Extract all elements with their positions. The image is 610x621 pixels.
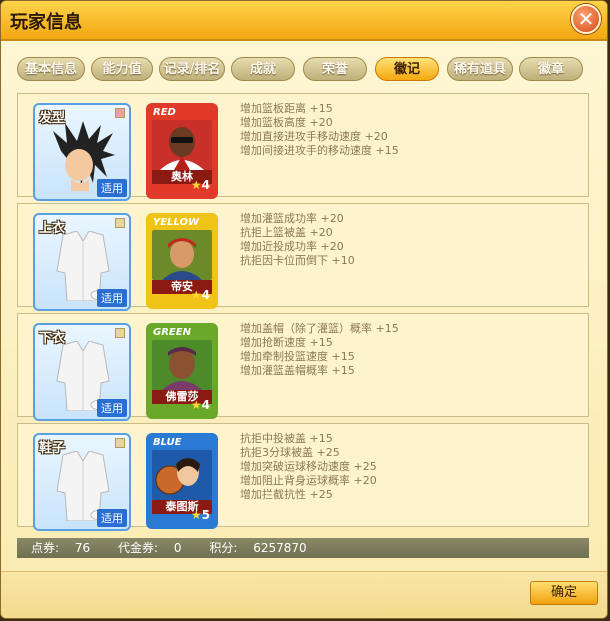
stat-line: 增加灌篮成功率 +20 (240, 212, 344, 225)
hair-slot[interactable]: 发型 适用 (33, 103, 131, 201)
currency-status-bar: 点券: 76 代金券: 0 积分: 6257870 (17, 538, 589, 558)
stat-line: 抗拒因卡位而倒下 +10 (240, 254, 355, 267)
stat-line: 增加近投成功率 +20 (240, 240, 344, 253)
stat-line: 增加盖帽（除了灌篮）概率 +15 (240, 322, 399, 335)
card-color-tag: RED (153, 107, 176, 118)
tab-badges[interactable]: 徽章 (519, 57, 583, 81)
tab-honor[interactable]: 荣誉 (303, 57, 367, 81)
emblem-card-green[interactable]: GREEN 佛雷莎 ★4 (146, 323, 218, 419)
stat-line: 增加牵制投篮速度 +15 (240, 350, 355, 363)
dialog-footer (1, 571, 607, 618)
apply-badge: 适用 (97, 179, 127, 197)
tab-ability[interactable]: 能力值 (91, 57, 153, 81)
stat-line: 抗拒3分球被盖 +25 (240, 446, 340, 459)
tab-bar: 基本信息 能力值 记录/排名 成就 荣誉 徽记 稀有道具 徽章 (17, 57, 591, 83)
emblem-card-yellow[interactable]: YELLOW 帝安 ★4 (146, 213, 218, 309)
stat-line: 增加篮板高度 +20 (240, 116, 333, 129)
player-portrait (152, 120, 212, 170)
tab-rare-items[interactable]: 稀有道具 (447, 57, 513, 81)
star-icon: ★ (190, 398, 202, 412)
apply-badge: 适用 (97, 509, 127, 527)
stat-line: 增加直接进攻手移动速度 +20 (240, 130, 388, 143)
slot-flag (115, 108, 125, 118)
stat-line: 增加阻止背身运球概率 +20 (240, 474, 377, 487)
star-icon: ★ (190, 508, 202, 522)
equip-row-hair: 发型 适用 RED 奥林 ★4 增加篮板距离 +15 增加篮板高度 +20 增加… (17, 93, 589, 201)
stat-line: 抗拒中投被盖 +15 (240, 432, 333, 445)
card-color-tag: BLUE (153, 437, 182, 448)
apply-badge: 适用 (97, 289, 127, 307)
slot-label: 上衣 (39, 221, 66, 236)
slot-flag (115, 218, 125, 228)
card-stars: ★4 (190, 398, 210, 412)
title-bar: 玩家信息 ✕ (1, 1, 607, 41)
slot-label: 下衣 (39, 331, 66, 346)
stat-line: 增加灌篮盖帽概率 +15 (240, 364, 355, 377)
voucher-readout: 代金券: 0 (117, 541, 182, 555)
apply-badge: 适用 (97, 399, 127, 417)
tab-emblem[interactable]: 徽记 (375, 57, 439, 81)
tab-achievements[interactable]: 成就 (231, 57, 295, 81)
player-portrait (152, 230, 212, 280)
stat-line: 增加间接进攻手的移动速度 +15 (240, 144, 399, 157)
slot-label: 鞋子 (39, 441, 66, 456)
star-icon: ★ (190, 288, 202, 302)
card-color-tag: YELLOW (153, 217, 199, 228)
stat-line: 增加抢断速度 +15 (240, 336, 333, 349)
close-button[interactable]: ✕ (571, 4, 601, 34)
stat-list: 增加盖帽（除了灌篮）概率 +15 增加抢断速度 +15 增加牵制投篮速度 +15… (240, 322, 399, 378)
card-stars: ★5 (190, 508, 210, 522)
tab-records[interactable]: 记录/排名 (159, 57, 225, 81)
window-title: 玩家信息 (10, 12, 82, 33)
stat-line: 增加拦截抗性 +25 (240, 488, 333, 501)
close-icon: ✕ (577, 7, 595, 31)
stat-list: 抗拒中投被盖 +15 抗拒3分球被盖 +25 增加突破运球移动速度 +25 增加… (240, 432, 377, 502)
card-stars: ★4 (190, 288, 210, 302)
equip-row-bottom: 下衣 适用 GREEN 佛雷莎 ★4 增加盖帽（除了灌篮）概率 +15 增加抢断… (17, 313, 589, 421)
emblem-card-blue[interactable]: BLUE 泰图斯 ★5 (146, 433, 218, 529)
shoes-slot[interactable]: 鞋子 适用 (33, 433, 131, 531)
player-portrait (152, 450, 212, 500)
emblem-card-red[interactable]: RED 奥林 ★4 (146, 103, 218, 199)
stat-list: 增加灌篮成功率 +20 抗拒上篮被盖 +20 增加近投成功率 +20 抗拒因卡位… (240, 212, 355, 268)
bottom-slot[interactable]: 下衣 适用 (33, 323, 131, 421)
equip-row-top: 上衣 适用 YELLOW 帝安 ★4 增加灌篮成功率 +20 抗拒上篮被盖 +2… (17, 203, 589, 311)
confirm-button[interactable]: 确定 (530, 581, 598, 605)
slot-flag (115, 328, 125, 338)
tab-basic-info[interactable]: 基本信息 (17, 57, 85, 81)
slot-flag (115, 438, 125, 448)
points-readout: 点券: 76 (31, 541, 91, 555)
stat-line: 抗拒上篮被盖 +20 (240, 226, 333, 239)
card-stars: ★4 (190, 178, 210, 192)
equip-row-shoes: 鞋子 适用 BLUE 泰图斯 ★5 抗拒中投被盖 +15 抗拒3分球被盖 +25… (17, 423, 589, 531)
top-slot[interactable]: 上衣 适用 (33, 213, 131, 311)
player-portrait (152, 340, 212, 390)
player-info-window: 玩家信息 ✕ 基本信息 能力值 记录/排名 成就 荣誉 徽记 稀有道具 徽章 发… (0, 0, 608, 619)
card-color-tag: GREEN (153, 327, 191, 338)
stat-line: 增加篮板距离 +15 (240, 102, 333, 115)
slot-label: 发型 (39, 111, 66, 126)
score-readout: 积分: 6257870 (209, 541, 307, 555)
star-icon: ★ (190, 178, 202, 192)
stat-line: 增加突破运球移动速度 +25 (240, 460, 377, 473)
stat-list: 增加篮板距离 +15 增加篮板高度 +20 增加直接进攻手移动速度 +20 增加… (240, 102, 399, 158)
